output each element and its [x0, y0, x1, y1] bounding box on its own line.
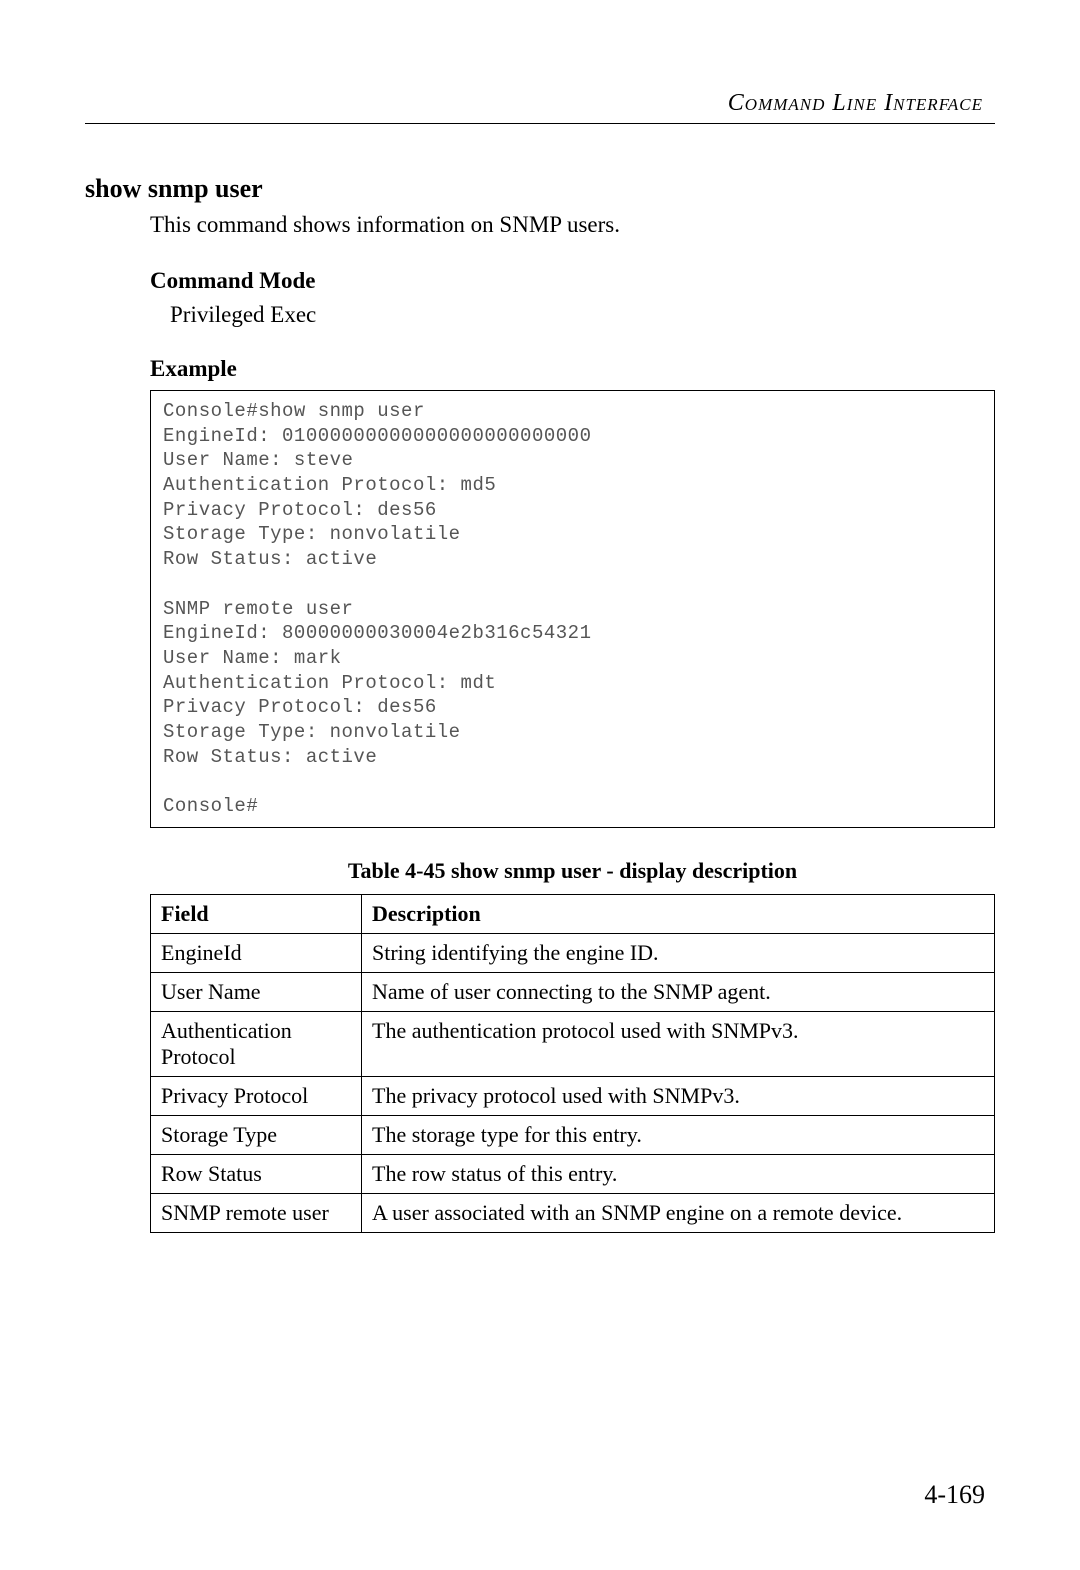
console-output: Console#show snmp user EngineId: 0100000… — [150, 390, 995, 828]
table-row: Authentication Protocol The authenticati… — [151, 1011, 995, 1076]
command-intro: This command shows information on SNMP u… — [150, 212, 995, 238]
table-cell-description: Name of user connecting to the SNMP agen… — [362, 972, 995, 1011]
table-cell-description: String identifying the engine ID. — [362, 933, 995, 972]
table-cell-description: The privacy protocol used with SNMPv3. — [362, 1076, 995, 1115]
table-header-field: Field — [151, 894, 362, 933]
running-head: Command Line Interface — [85, 90, 995, 117]
page-number: 4-169 — [924, 1480, 985, 1510]
table-cell-field: Storage Type — [151, 1115, 362, 1154]
table-cell-field: Row Status — [151, 1154, 362, 1193]
table-row: Storage Type The storage type for this e… — [151, 1115, 995, 1154]
command-mode-heading: Command Mode — [150, 268, 995, 294]
table-row: EngineId String identifying the engine I… — [151, 933, 995, 972]
table-row: Row Status The row status of this entry. — [151, 1154, 995, 1193]
table-cell-description: A user associated with an SNMP engine on… — [362, 1193, 995, 1232]
table-cell-description: The storage type for this entry. — [362, 1115, 995, 1154]
table-cell-description: The row status of this entry. — [362, 1154, 995, 1193]
table-cell-field: EngineId — [151, 933, 362, 972]
table-cell-description: The authentication protocol used with SN… — [362, 1011, 995, 1076]
description-table: Field Description EngineId String identi… — [150, 894, 995, 1233]
table-row: Privacy Protocol The privacy protocol us… — [151, 1076, 995, 1115]
table-header-description: Description — [362, 894, 995, 933]
table-row: User Name Name of user connecting to the… — [151, 972, 995, 1011]
example-heading: Example — [150, 356, 995, 382]
table-cell-field: SNMP remote user — [151, 1193, 362, 1232]
table-cell-field: Authentication Protocol — [151, 1011, 362, 1076]
table-row: SNMP remote user A user associated with … — [151, 1193, 995, 1232]
header-rule — [85, 123, 995, 124]
table-caption: Table 4-45 show snmp user - display desc… — [150, 858, 995, 884]
table-cell-field: Privacy Protocol — [151, 1076, 362, 1115]
table-cell-field: User Name — [151, 972, 362, 1011]
command-mode-value: Privileged Exec — [170, 302, 995, 328]
command-title: show snmp user — [85, 174, 995, 204]
